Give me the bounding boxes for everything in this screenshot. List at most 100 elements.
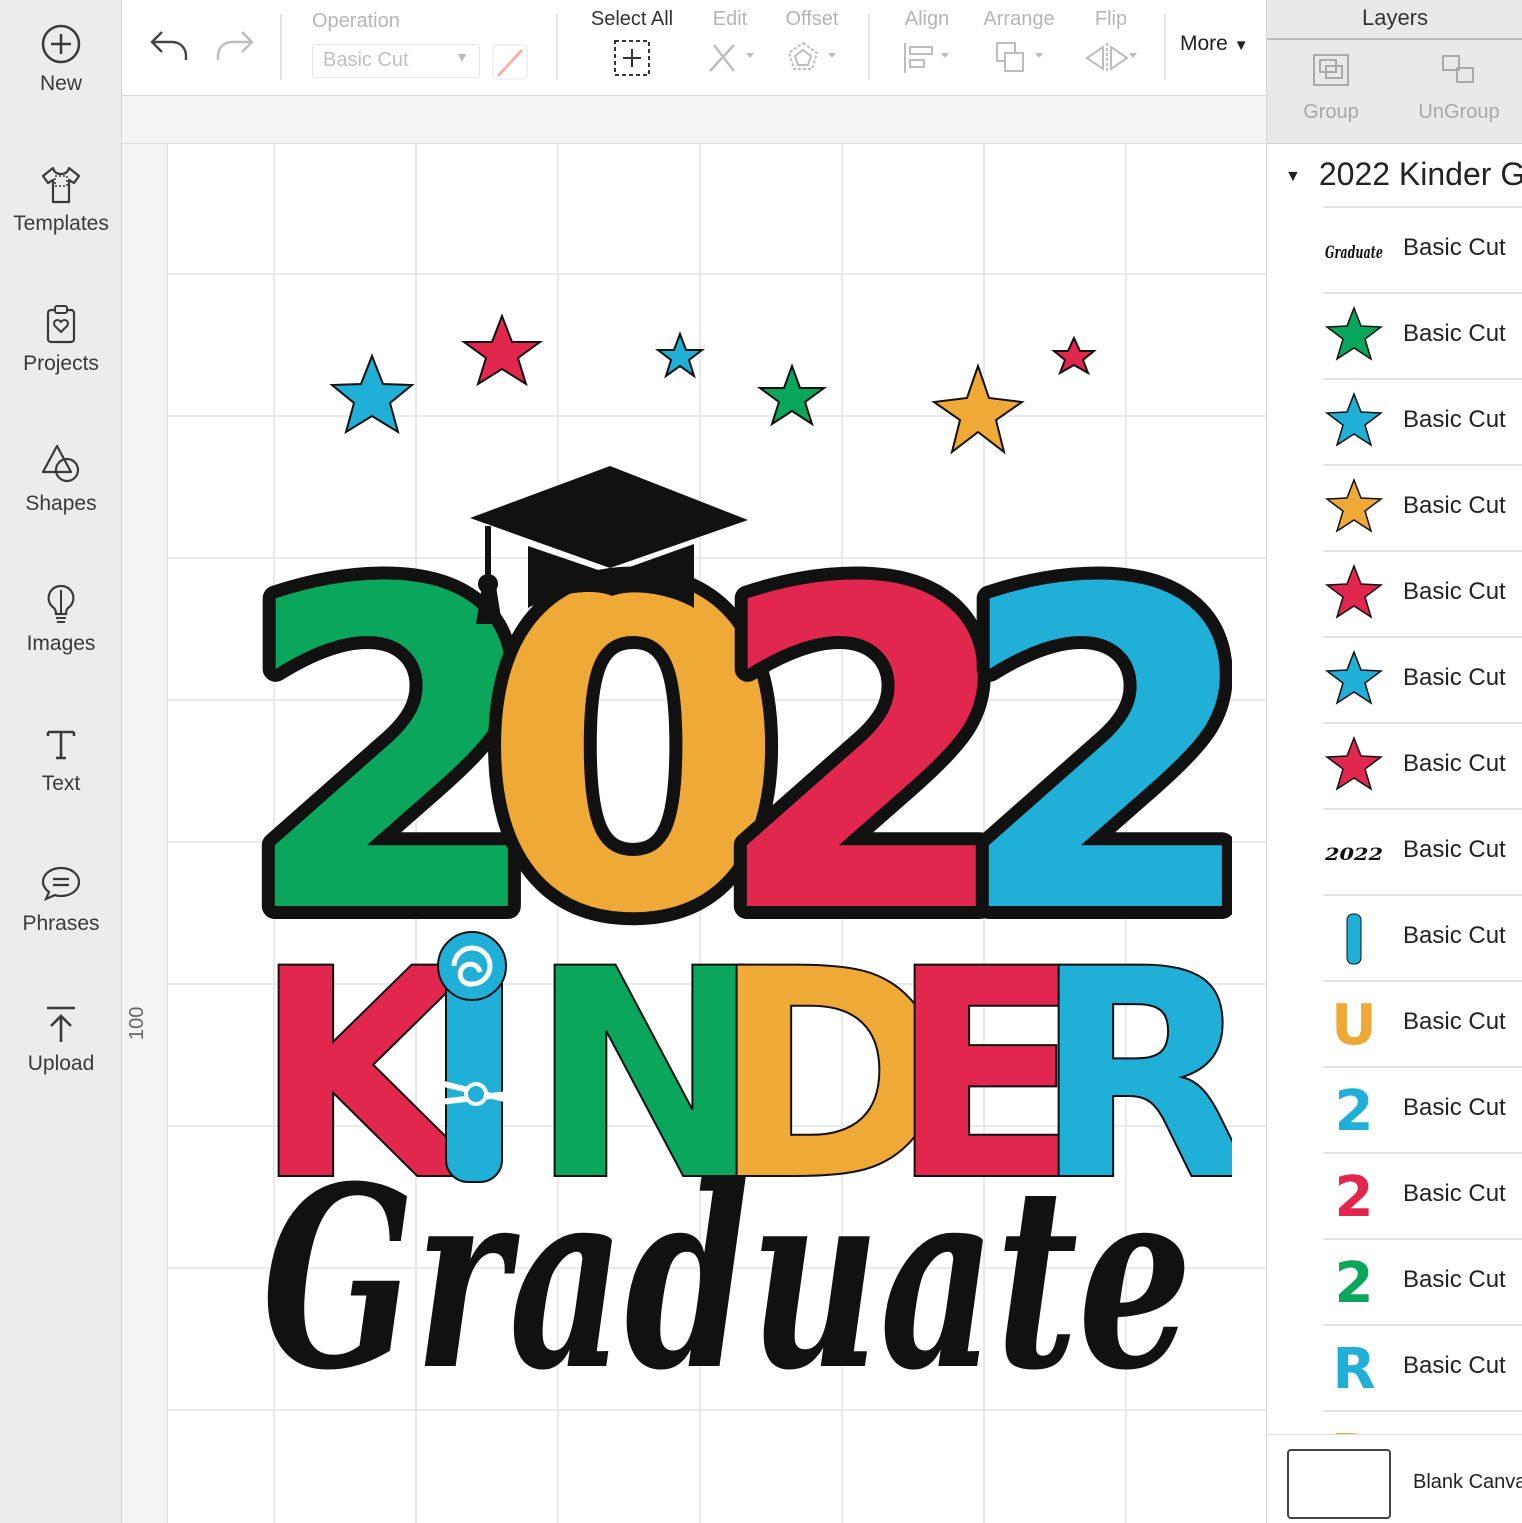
edit-label: Edit [712,8,748,30]
select-all-label: Select All [590,8,674,30]
layer-thumbnail [1324,735,1384,791]
layer-thumb-glyph: 2 [1335,1251,1374,1312]
select-all-button[interactable]: Select All [584,8,680,77]
star-shape-icon [1324,735,1384,791]
star-shape-icon [1324,477,1384,533]
layer-row[interactable]: 2 Basic Cut [1323,1238,1522,1324]
layer-thumb-glyph: R [1332,1337,1375,1398]
layer-row[interactable]: U Basic Cut [1323,980,1522,1066]
group-toolbar: Group UnGroup [1267,40,1522,144]
sidebar-item-shapes[interactable]: Shapes [0,420,122,540]
toolbar-divider [868,14,870,80]
layer-row[interactable]: Basic Cut [1323,894,1522,980]
sidebar-item-upload[interactable]: Upload [0,980,122,1100]
plus-circle-icon [41,24,81,64]
edit-button[interactable]: Edit [698,8,762,77]
layer-thumbnail: U [1331,993,1376,1054]
tshirt-icon [41,166,81,204]
star-shape-icon [1324,305,1384,361]
sidebar-item-projects[interactable]: Projects [0,280,122,400]
select-all-icon [614,40,650,76]
arrange-icon [996,42,1043,72]
layer-thumb-glyph: 2 [1335,1079,1374,1140]
blank-canvas-label: Blank Canvas [1413,1471,1522,1493]
sidebar-item-text[interactable]: Text [0,700,122,820]
blank-canvas-swatch[interactable] [1287,1449,1391,1519]
layer-thumbnail [1324,649,1384,705]
redo-arrow-icon[interactable] [212,26,256,66]
ungroup-button[interactable]: UnGroup [1395,52,1522,124]
layer-row[interactable]: Basic Cut [1323,722,1522,808]
sidebar-item-new[interactable]: New [0,0,122,120]
top-toolbar: Operation Basic Cut ▼ Select All Edit Of… [122,0,1266,96]
sidebar-item-images[interactable]: Images [0,560,122,680]
layer-row[interactable]: 2 Basic Cut [1323,1152,1522,1238]
layer-thumbnail [1324,305,1384,361]
layer-operation-label: Basic Cut [1403,1352,1506,1379]
layer-row[interactable]: Basic Cut [1323,636,1522,722]
arrange-button[interactable]: Arrange [978,8,1060,77]
collapse-triangle-icon[interactable]: ▼ [1285,168,1301,186]
layer-thumbnail [1324,477,1384,533]
layer-row[interactable]: Graduate Basic Cut [1323,206,1522,292]
star-shape-icon [1324,649,1384,705]
sidebar-item-phrases[interactable]: Phrases [0,840,122,960]
layer-row[interactable]: 2022 Basic Cut [1323,808,1522,894]
layer-row[interactable]: R Basic Cut [1323,1324,1522,1410]
group-label: Group [1303,101,1359,123]
layer-thumbnail: Graduate [1325,243,1383,263]
star-red-1 [460,313,544,387]
toolbar-divider [280,14,282,80]
layer-operation-label: Basic Cut [1403,750,1506,777]
align-icon [904,43,949,73]
layer-operation-label: Basic Cut [1403,406,1506,433]
offset-label: Offset [785,8,839,30]
layer-operation-label: Basic Cut [1403,578,1506,605]
offset-button[interactable]: Offset [778,8,846,77]
upload-arrow-icon [47,1006,75,1042]
kinder-graduate-design[interactable]: 2 0 2 2 K N D E R Graduate [232,306,1232,1426]
ungroup-icon [1442,55,1474,83]
design-canvas[interactable]: 100 2 0 2 2 K N D E R Graduate [122,96,1266,1523]
sidebar-label: Upload [27,1052,95,1075]
layer-operation-label: Basic Cut [1403,922,1506,949]
layer-operation-label: Basic Cut [1403,836,1506,863]
offset-icon [787,41,836,70]
layer-row[interactable]: 2 Basic Cut [1323,1066,1522,1152]
layer-group-header[interactable]: ▼ 2022 Kinder Graduate [1285,156,1522,193]
graduate-script: Graduate [262,1131,1192,1425]
layer-thumbnail [1324,563,1384,619]
layer-group-name: 2022 Kinder Graduate [1318,156,1522,192]
color-swatch-icon[interactable] [492,44,528,80]
align-label: Align [904,8,950,30]
more-button[interactable]: More ▼ [1180,32,1249,56]
sidebar-label: Images [26,632,96,655]
layer-row[interactable]: Basic Cut [1323,550,1522,636]
layer-operation-label: Basic Cut [1403,234,1506,261]
sidebar-item-templates[interactable]: Templates [0,140,122,260]
speech-bubble-icon [41,866,81,902]
caret-down-icon: ▼ [1233,37,1249,54]
flip-label: Flip [1094,8,1128,30]
ungroup-label: UnGroup [1418,101,1500,123]
star-blue-2 [655,331,705,379]
sidebar-label: Projects [23,352,99,375]
layer-row[interactable]: Basic Cut [1323,292,1522,378]
ruler-mark: 100 [126,1006,148,1040]
group-icon [1313,54,1349,86]
diploma-scroll-icon [1346,913,1362,965]
align-button[interactable]: Align [896,8,958,77]
undo-arrow-icon[interactable] [148,26,192,66]
sidebar-label: Shapes [25,492,97,515]
group-button[interactable]: Group [1267,52,1395,124]
layer-operation-label: Basic Cut [1403,1094,1506,1121]
flip-icon [1085,43,1137,73]
left-sidebar: New Templates Projects Shapes Images Tex… [0,0,122,1523]
layer-thumb-glyph: Graduate [1325,243,1383,263]
operation-dropdown[interactable]: Basic Cut ▼ [312,44,480,78]
flip-button[interactable]: Flip [1080,8,1142,77]
lightbulb-icon [47,584,75,623]
layer-row[interactable]: Basic Cut [1323,464,1522,550]
blank-canvas-row[interactable]: Blank Canvas [1267,1434,1522,1523]
layer-row[interactable]: Basic Cut [1323,378,1522,464]
